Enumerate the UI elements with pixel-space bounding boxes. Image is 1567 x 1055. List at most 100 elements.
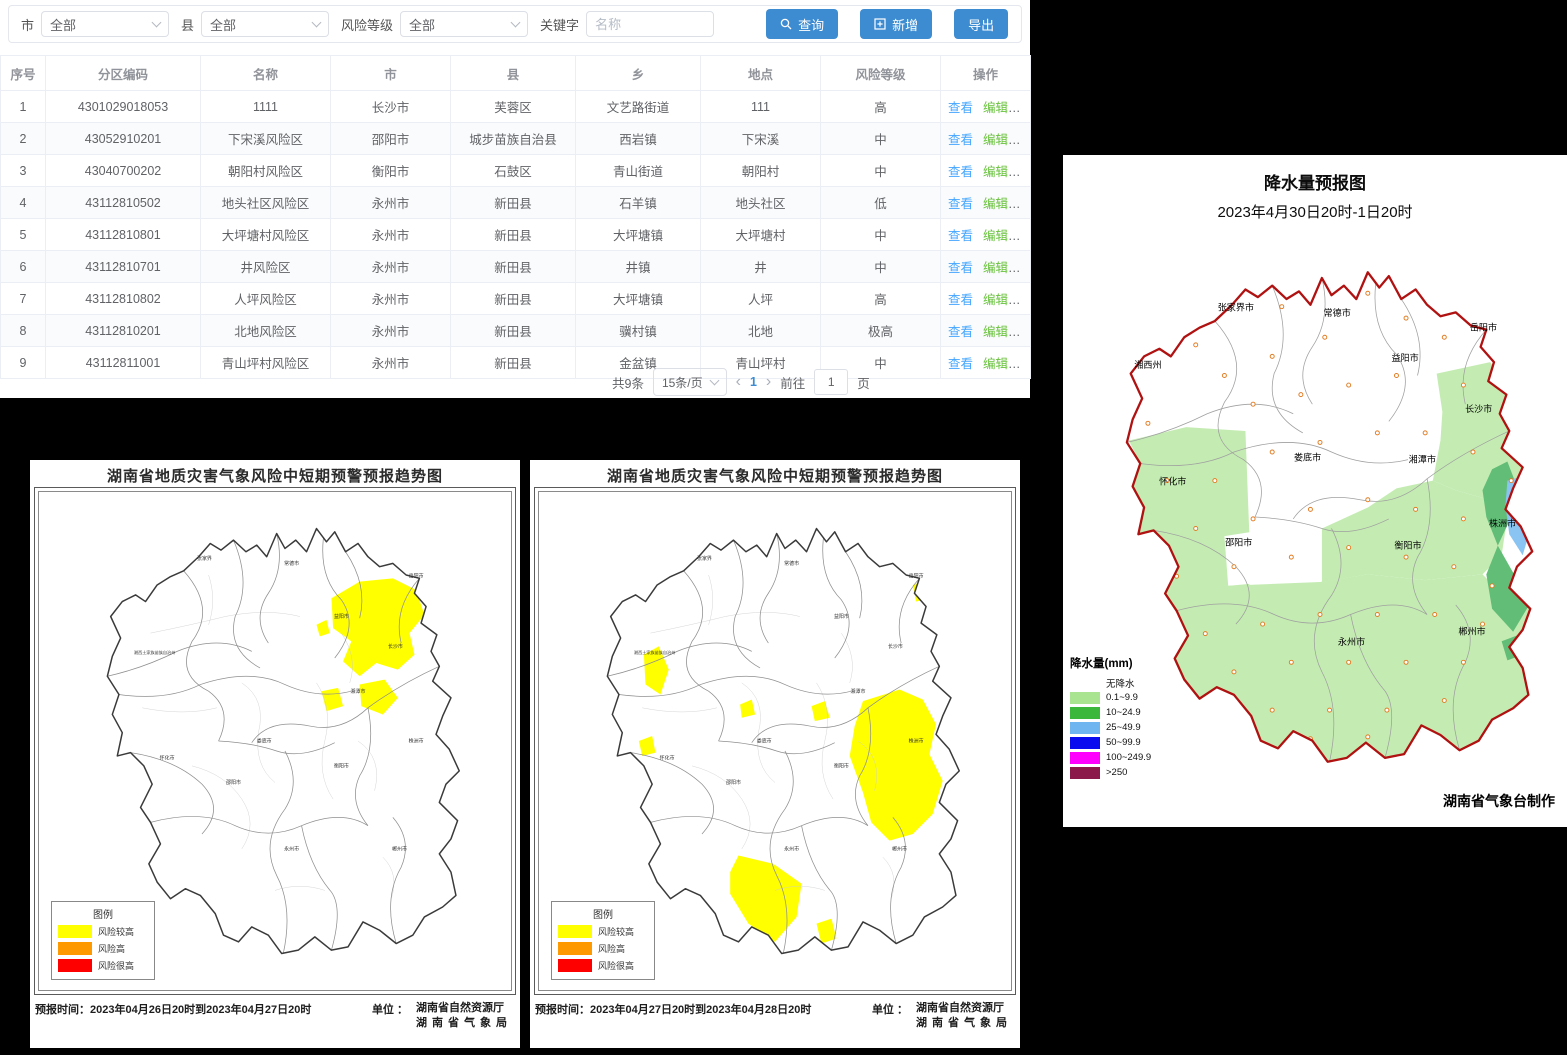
svg-text:湘潭市: 湘潭市 xyxy=(351,688,366,695)
add-button[interactable]: 新增 xyxy=(860,9,932,39)
unit-label: 单位 ： xyxy=(372,1001,408,1032)
goto-page-input[interactable] xyxy=(814,369,848,395)
plus-square-icon xyxy=(874,18,886,30)
keyword-input[interactable] xyxy=(586,11,714,37)
edit-link[interactable]: 编辑 xyxy=(983,101,1008,115)
edit-link[interactable]: 编辑 xyxy=(983,165,1008,179)
legend: 图例 风险较高 风险高 风险很高 xyxy=(51,901,155,980)
legend-swatch-none xyxy=(1070,677,1100,689)
col-actions: 操作 xyxy=(941,56,1031,91)
view-link[interactable]: 查看 xyxy=(948,325,973,339)
view-link[interactable]: 查看 xyxy=(948,165,973,179)
view-link[interactable]: 查看 xyxy=(948,101,973,115)
prev-page-button[interactable]: ‹ xyxy=(736,374,741,390)
svg-text:怀化市: 怀化市 xyxy=(160,754,175,761)
map-footer: 预报时间：2023年04月26日20时到2023年04月27日20时 单位 ： … xyxy=(35,1001,512,1032)
legend-swatch-lightgreen xyxy=(1070,692,1100,704)
legend-swatch-blue xyxy=(1070,737,1100,749)
search-icon xyxy=(780,18,792,30)
col-zone-code: 分区编码 xyxy=(46,56,201,91)
page-unit-label: 页 xyxy=(857,373,870,392)
svg-text:常德市: 常德市 xyxy=(284,560,299,567)
svg-text:湘西州: 湘西州 xyxy=(1134,359,1161,370)
svg-text:株洲市: 株洲市 xyxy=(1489,518,1516,529)
view-link[interactable]: 查看 xyxy=(948,293,973,307)
forecast-time: 预报时间：2023年04月27日20时到2023年04月28日20时 xyxy=(535,1001,811,1032)
col-risk-level: 风险等级 xyxy=(821,56,941,91)
col-name: 名称 xyxy=(201,56,331,91)
col-location: 地点 xyxy=(701,56,821,91)
unit-org-2: 湖南省气象局 xyxy=(916,1016,1012,1031)
legend-swatch-yellow xyxy=(58,925,92,938)
svg-text:永州市: 永州市 xyxy=(1338,636,1365,647)
current-page[interactable]: 1 xyxy=(750,375,757,389)
view-link[interactable]: 查看 xyxy=(948,357,973,371)
edit-link[interactable]: 编辑 xyxy=(983,325,1008,339)
precip-map-subtitle: 2023年4月30日20时-1日20时 xyxy=(1063,201,1567,222)
svg-text:衡阳市: 衡阳市 xyxy=(834,763,849,770)
table-row: 143010290180531111长沙市芙蓉区文艺路街道111高 查看编辑删除 xyxy=(1,91,1031,123)
svg-text:怀化市: 怀化市 xyxy=(660,754,675,761)
svg-text:张家界: 张家界 xyxy=(197,555,212,562)
page-size-select[interactable]: 15条/页 xyxy=(653,368,727,396)
table-row: 243052910201下宋溪风险区邵阳市城步苗族自治县西岩镇下宋溪中 查看编辑… xyxy=(1,123,1031,155)
svg-text:长沙市: 长沙市 xyxy=(888,643,903,650)
table-row: 843112810201北地风险区永州市新田县骥村镇北地极高 查看编辑删除 xyxy=(1,315,1031,347)
chevron-down-icon xyxy=(152,18,162,28)
view-link[interactable]: 查看 xyxy=(948,133,973,147)
precip-legend-title: 降水量(mm) xyxy=(1070,655,1200,671)
view-link[interactable]: 查看 xyxy=(948,229,973,243)
city-select[interactable]: 全部 xyxy=(41,11,169,37)
view-link[interactable]: 查看 xyxy=(948,261,973,275)
view-link[interactable]: 查看 xyxy=(948,197,973,211)
county-select-value: 全部 xyxy=(210,15,313,34)
edit-link[interactable]: 编辑 xyxy=(983,133,1008,147)
trend-map-panel-1: 湖南省地质灾害气象风险中短期预警预报趋势图 xyxy=(30,460,520,1048)
risk-level-select[interactable]: 全部 xyxy=(400,11,528,37)
col-city: 市 xyxy=(331,56,451,91)
legend-swatch-orange xyxy=(58,942,92,955)
svg-text:娄底市: 娄底市 xyxy=(257,738,272,745)
table-body: 143010290180531111长沙市芙蓉区文艺路街道111高 查看编辑删除… xyxy=(1,91,1031,379)
next-page-button[interactable]: › xyxy=(766,374,771,390)
forecast-time: 预报时间：2023年04月26日20时到2023年04月27日20时 xyxy=(35,1001,311,1032)
svg-text:永州市: 永州市 xyxy=(784,846,799,853)
svg-text:长沙市: 长沙市 xyxy=(1465,403,1492,414)
svg-text:岳阳市: 岳阳市 xyxy=(409,572,424,579)
county-select[interactable]: 全部 xyxy=(201,11,329,37)
legend-swatch-red xyxy=(58,959,92,972)
filter-bar: 市 全部 县 全部 风险等级 全部 关键字 查询 xyxy=(8,5,1022,43)
rain-100-250-area xyxy=(1528,498,1539,512)
goto-label: 前往 xyxy=(780,373,805,392)
pagination: 共9条 15条/页 ‹ 1 › 前往 页 xyxy=(612,368,870,396)
svg-text:衡阳市: 衡阳市 xyxy=(334,763,349,770)
svg-text:永州市: 永州市 xyxy=(284,846,299,853)
edit-link[interactable]: 编辑 xyxy=(983,229,1008,243)
svg-text:湘潭市: 湘潭市 xyxy=(851,688,866,695)
svg-text:郴州市: 郴州市 xyxy=(1458,626,1485,637)
col-town: 乡 xyxy=(576,56,701,91)
legend-swatch-orange xyxy=(558,942,592,955)
map-frame: 湘西土家族苗族自治州 张家界 常德市 岳阳市 益阳市 长沙市 娄底市 湘潭市 株… xyxy=(534,487,1016,995)
svg-text:张家界: 张家界 xyxy=(697,555,712,562)
table-row: 443112810502地头社区风险区永州市新田县石羊镇地头社区低 查看编辑删除 xyxy=(1,187,1031,219)
svg-text:邵阳市: 邵阳市 xyxy=(726,779,741,786)
edit-link[interactable]: 编辑 xyxy=(983,261,1008,275)
chevron-down-icon xyxy=(709,376,719,386)
legend-swatch-yellow xyxy=(558,925,592,938)
table-row: 543112810801大坪塘村风险区永州市新田县大坪塘镇大坪塘村中 查看编辑删… xyxy=(1,219,1031,251)
edit-link[interactable]: 编辑 xyxy=(983,357,1008,371)
edit-link[interactable]: 编辑 xyxy=(983,293,1008,307)
col-county: 县 xyxy=(451,56,576,91)
search-button[interactable]: 查询 xyxy=(766,9,838,39)
edit-link[interactable]: 编辑 xyxy=(983,197,1008,211)
risk-zone-table: 序号 分区编码 名称 市 县 乡 地点 风险等级 操作 143010290180… xyxy=(0,55,1031,379)
export-button[interactable]: 导出 xyxy=(954,9,1008,39)
svg-text:益阳市: 益阳市 xyxy=(1391,352,1418,363)
svg-text:湘西土家族苗族自治州: 湘西土家族苗族自治州 xyxy=(134,649,175,655)
svg-text:娄底市: 娄底市 xyxy=(757,738,772,745)
legend-swatch-green xyxy=(1070,707,1100,719)
svg-text:益阳市: 益阳市 xyxy=(834,613,849,620)
risk-level-filter-label: 风险等级 xyxy=(341,15,393,34)
trend-map-title: 湖南省地质灾害气象风险中短期预警预报趋势图 xyxy=(30,465,520,486)
